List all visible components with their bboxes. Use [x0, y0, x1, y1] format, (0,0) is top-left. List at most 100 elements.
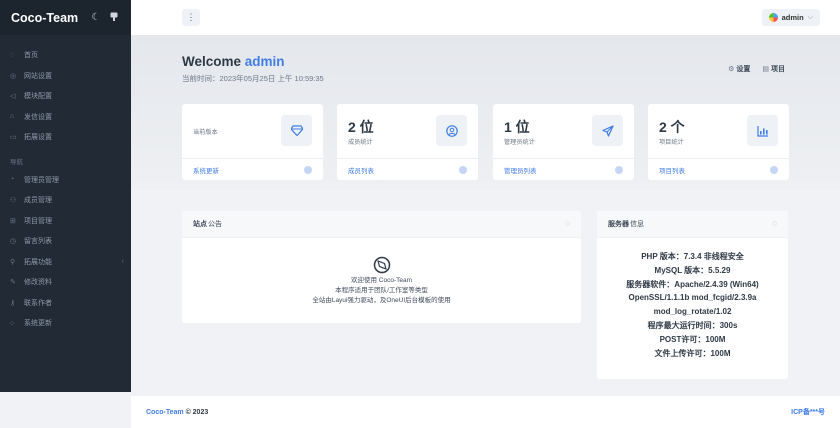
user-name: admin — [781, 13, 804, 22]
stat-card-version: 当前版本 系统更新 — [182, 104, 323, 180]
paint-brush-icon[interactable] — [105, 12, 123, 24]
sidebar-item-label: 联系作者 — [24, 299, 52, 307]
settings-link[interactable]: ⚙ 设置 — [728, 64, 750, 74]
sidebar-item-label: 留言列表 — [24, 238, 52, 246]
mail-icon: ⌂ — [10, 113, 15, 121]
sidebar-item-message-list[interactable]: ◷ 留言列表 — [0, 231, 131, 252]
stat-footer-link[interactable]: 项目列表 — [648, 158, 789, 180]
stat-footer-link[interactable]: 系统更新 — [182, 158, 323, 180]
menu-toggle-button[interactable]: ⋮ — [182, 9, 200, 26]
brand-logo-text[interactable]: Coco-Team — [11, 11, 87, 25]
sidebar-item-member-management[interactable]: ⚇ 成员管理 — [0, 190, 131, 211]
key-icon: ⚷ — [10, 299, 16, 307]
stat-footer-label: 项目列表 — [659, 167, 685, 175]
sidebar-item-label: 模块配置 — [24, 93, 52, 101]
stat-footer-link[interactable]: 成员列表 — [337, 158, 478, 180]
current-time: 当前时间：2023年05月25日 上午 10:59:35 — [182, 74, 324, 83]
server-info-line: MySQL 版本：5.5.29 — [654, 265, 731, 275]
sidebar-item-label: 系统更新 — [24, 320, 52, 328]
sidebar-item-label: 网站设置 — [24, 72, 52, 80]
projects-link[interactable]: ▤ 项目 — [762, 64, 785, 74]
sidebar-item-label: 修改资料 — [24, 279, 52, 287]
sidebar-item-label: 发信设置 — [24, 113, 52, 121]
more-vertical-icon: ⋮ — [186, 12, 196, 22]
server-title: 信息 — [630, 221, 644, 228]
refresh-icon[interactable]: ◌ — [565, 219, 570, 228]
stat-footer-label: 系统更新 — [193, 167, 219, 175]
page-footer: Coco-Team © 2023 ICP备***号 — [131, 396, 840, 428]
notice-title: 公告 — [208, 221, 222, 228]
gears-icon: ⚙ — [728, 66, 735, 73]
sidebar-item-mail-settings[interactable]: ⌂ 发信设置 — [0, 107, 131, 128]
stat-card-admins: 1 位 管理员统计 管理员列表 — [493, 104, 634, 180]
server-card-header: 服务器 信息 — [597, 211, 788, 238]
sidebar-item-home[interactable]: ◌ 首页 — [0, 45, 131, 66]
user-menu-button[interactable]: admin ⌵ — [761, 9, 820, 26]
footer-brand-link[interactable]: Coco-Team — [146, 409, 184, 416]
circle-icon: ◌ — [10, 51, 15, 59]
arrow-circle-icon — [770, 166, 778, 174]
sidebar-item-site-settings[interactable]: ◎ 网站设置 — [0, 66, 131, 87]
chevron-down-icon: ⌵ — [807, 13, 813, 21]
page-title: Welcome admin — [182, 54, 285, 69]
arrow-circle-icon — [459, 166, 467, 174]
notice-card-header: 站点 公告 — [182, 211, 581, 238]
server-title-bold: 服务器 — [608, 221, 629, 228]
user-icon: ◔ — [10, 176, 15, 184]
projects-link-label: 项目 — [771, 66, 785, 73]
wrench-icon: ⚲ — [10, 258, 16, 266]
sidebar-item-label: 拓展功能 — [24, 258, 52, 266]
sidebar-item-project-management[interactable]: ⊞ 项目管理 — [0, 211, 131, 232]
arrow-circle-icon — [304, 166, 312, 174]
sidebar-item-label: 管理员管理 — [24, 176, 59, 184]
footer-icp-link[interactable]: ICP备***号 — [791, 407, 825, 417]
sidebar-item-label: 项目管理 — [24, 217, 52, 225]
refresh-icon: ○ — [10, 319, 15, 327]
users-icon: ⚇ — [10, 197, 17, 205]
notice-line: 本程序适用于团队/工作室等类型 — [335, 286, 428, 294]
sidebar-item-admin-management[interactable]: ◔ 管理员管理 — [0, 170, 131, 191]
stat-card-body: 2 个 项目统计 — [648, 104, 789, 159]
grid-icon: ⊞ — [10, 217, 16, 225]
refresh-icon[interactable]: ◌ — [772, 219, 777, 228]
sidebar-item-contact-author[interactable]: ⚷ 联系作者 — [0, 293, 131, 314]
stat-label: 管理员统计 — [504, 139, 535, 146]
brand-bar: Coco-Team ☾ — [0, 0, 131, 35]
stat-label: 当前版本 — [193, 129, 218, 136]
notice-body: 欢迎使用 Coco-Team 本程序适用于团队/工作室等类型 全站由Layui强… — [182, 238, 581, 323]
footer-copy: © 2023 — [185, 408, 209, 416]
sidebar-item-label: 成员管理 — [24, 197, 52, 205]
chat-icon: ◷ — [10, 238, 17, 246]
server-info-card: 服务器 信息 ◌ PHP 版本：7.3.4 非线程安全 MySQL 版本：5.5.… — [597, 211, 788, 379]
stat-card-body: 当前版本 — [182, 104, 323, 159]
moon-icon[interactable]: ☾ — [87, 12, 105, 23]
edit-icon: ✎ — [10, 279, 16, 287]
stat-card-projects: 2 个 项目统计 项目列表 — [648, 104, 789, 180]
stat-value: 1 位 — [504, 119, 530, 135]
stat-card-body: 1 位 管理员统计 — [493, 104, 634, 159]
arrow-circle-icon — [615, 166, 623, 174]
server-info-body: PHP 版本：7.3.4 非线程安全 MySQL 版本：5.5.29 服务器软件… — [597, 238, 788, 360]
stat-label: 成员统计 — [348, 139, 373, 146]
stat-footer-link[interactable]: 管理员列表 — [493, 158, 634, 180]
stat-card-members: 2 位 成员统计 成员列表 — [337, 104, 478, 180]
notice-line: 欢迎使用 Coco-Team — [350, 276, 413, 284]
sidebar-item-edit-profile[interactable]: ✎ 修改资料 — [0, 272, 131, 293]
stat-value: 2 位 — [348, 119, 374, 135]
stat-value: 2 个 — [659, 119, 685, 135]
sidebar-item-label: 首页 — [24, 52, 38, 60]
server-info-line: PHP 版本：7.3.4 非线程安全 — [641, 252, 744, 261]
sidebar-item-label: 拓展设置 — [24, 134, 52, 142]
globe-icon: ◎ — [10, 72, 17, 80]
compass-icon — [373, 256, 390, 273]
sidebar-item-system-update[interactable]: ○ 系统更新 — [0, 313, 131, 334]
sidebar-item-module-config[interactable]: ◁ 模块配置 — [0, 86, 131, 107]
sidebar-bottom — [0, 392, 131, 428]
chevron-left-icon: ‹ — [121, 258, 124, 266]
server-info-line: 服务器软件：Apache/2.4.39 (Win64) — [626, 279, 759, 289]
sidebar-item-extension-settings[interactable]: ▭ 拓展设置 — [0, 127, 131, 148]
stat-card-body: 2 位 成员统计 — [337, 104, 478, 159]
sidebar-item-extensions[interactable]: ⚲ 拓展功能 ‹ — [0, 252, 131, 273]
server-info-line: POST许可：100M — [659, 334, 726, 344]
quick-links: ⚙ 设置 ▤ 项目 — [728, 64, 785, 74]
